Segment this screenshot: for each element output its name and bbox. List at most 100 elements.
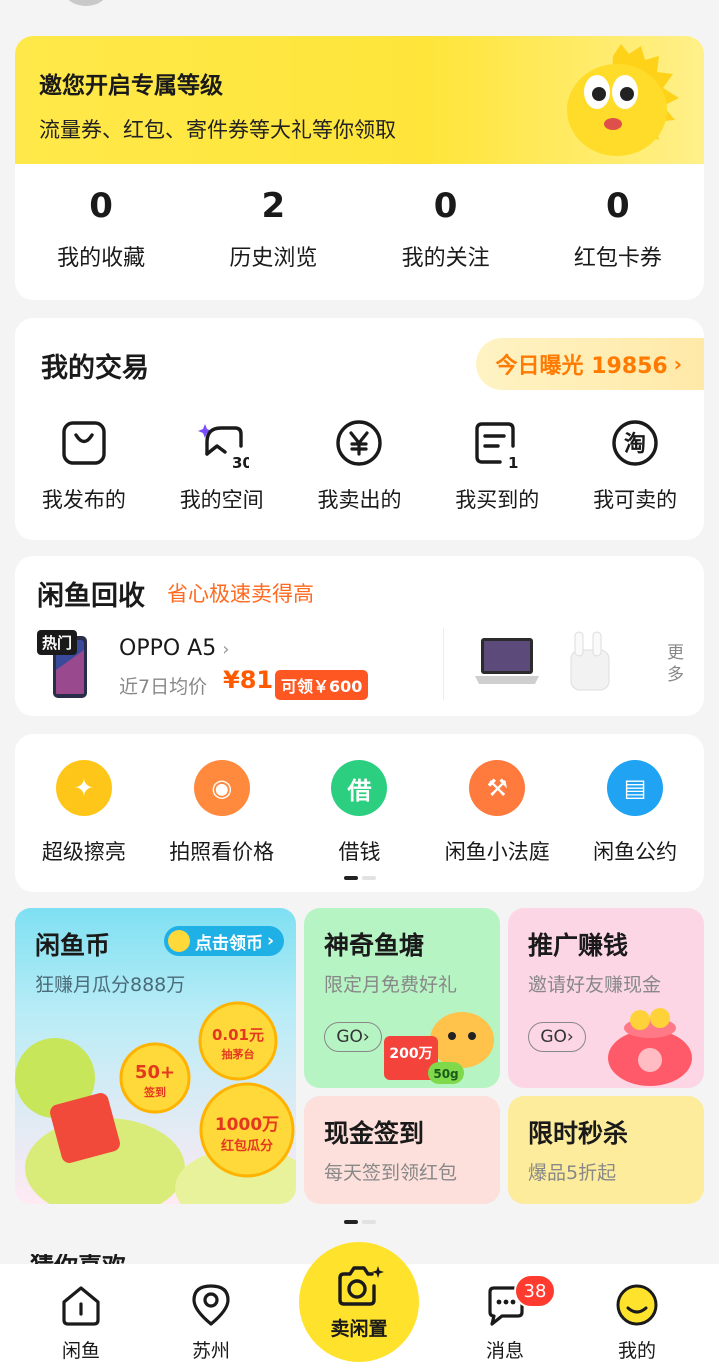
nav-city[interactable]: 苏州 xyxy=(166,1282,256,1363)
cash-card[interactable]: 现金签到 每天签到领红包 xyxy=(304,1096,500,1204)
trade-label: 我卖出的 xyxy=(317,488,402,512)
space-count: 30 xyxy=(232,454,249,470)
recycle-card[interactable]: 闲鱼回收 省心极速卖得高 热门 OPPO A5 › 近7日均价 ¥81 可领￥60… xyxy=(15,556,704,716)
section-title-peek: 猜你喜欢 xyxy=(30,1254,150,1264)
tools-row: ✦ 超级擦亮 ◉ 拍照看价格 借 借钱 ⚒ 闲鱼小法庭 ▤ 闲鱼公约 xyxy=(15,760,704,866)
coupon-tag[interactable]: 可领￥600 xyxy=(275,670,369,700)
go-label: GO xyxy=(540,1027,567,1047)
promo-page-indicator xyxy=(343,1220,376,1224)
trade-item-published[interactable]: 我发布的 xyxy=(15,416,153,514)
camera-icon: ◉ xyxy=(193,760,250,816)
coin-badge-b2: 签到 xyxy=(143,1085,166,1099)
tool-pact[interactable]: ▤ 闲鱼公约 xyxy=(566,760,704,866)
stat-history[interactable]: 2 历史浏览 xyxy=(187,186,359,272)
cash-title: 现金签到 xyxy=(324,1119,425,1148)
nav-home[interactable]: 闲鱼 xyxy=(36,1282,126,1363)
promote-title: 推广赚钱 xyxy=(528,931,629,960)
flash-subtitle: 爆品5折起 xyxy=(528,1162,617,1184)
pond-tag-b: 50g xyxy=(433,1067,458,1081)
page-dot-active xyxy=(343,1220,358,1224)
trade-label: 我的空间 xyxy=(179,488,264,512)
stat-coupons[interactable]: 0 红包卡券 xyxy=(532,186,704,272)
stat-label: 我的收藏 xyxy=(57,246,146,271)
tao-glyph: 淘 xyxy=(624,431,646,457)
coin-icon xyxy=(167,930,190,952)
laptop-image-icon[interactable] xyxy=(473,632,541,690)
money-bag-icon xyxy=(608,1008,692,1086)
gavel-icon: ⚒ xyxy=(469,760,526,816)
coin-badge-a: 0.01元 xyxy=(212,1026,264,1044)
coin-badge-c: 1000万 xyxy=(215,1115,279,1135)
pact-icon: ▤ xyxy=(607,760,664,816)
sell-button[interactable]: 卖闲置 xyxy=(299,1242,419,1362)
stat-following[interactable]: 0 我的关注 xyxy=(360,186,532,272)
page-dot-active xyxy=(343,876,358,880)
model-label: OPPO A5 xyxy=(119,636,217,661)
tool-court[interactable]: ⚒ 闲鱼小法庭 xyxy=(428,760,566,866)
tool-label: 拍照看价格 xyxy=(169,840,275,864)
flash-card[interactable]: 限时秒杀 爆品5折起 xyxy=(508,1096,704,1204)
trade-item-space[interactable]: 30 我的空间 xyxy=(153,416,291,514)
claim-coin-button[interactable]: 点击领币 › xyxy=(163,926,284,956)
receipt-icon: 1 xyxy=(475,422,519,470)
fish-mascot-icon xyxy=(567,44,679,156)
trade-label: 我发布的 xyxy=(41,488,126,512)
model-name[interactable]: OPPO A5 › xyxy=(119,636,229,661)
pond-subtitle: 限定月免费好礼 xyxy=(324,974,458,996)
go-label: GO xyxy=(336,1027,363,1047)
yuan-icon xyxy=(336,420,383,466)
bag-icon xyxy=(62,421,106,465)
earbuds-image-icon[interactable] xyxy=(561,626,617,692)
avg-price-label: 近7日均价 xyxy=(119,676,208,698)
chevron-right-icon: › xyxy=(222,639,230,660)
promote-go-button[interactable]: GO › xyxy=(528,1022,586,1052)
level-subtitle: 流量券、红包、寄件券等大礼等你领取 xyxy=(39,118,396,142)
nav-me[interactable]: 我的 xyxy=(592,1282,682,1363)
tool-super-polish[interactable]: ✦ 超级擦亮 xyxy=(15,760,153,866)
trade-card: 我的交易 今日曝光 19856 › 我发布的 30 我的空间 我卖出的 1 我买… xyxy=(15,318,704,540)
stats-row: 0 我的收藏 2 历史浏览 0 我的关注 0 红包卡券 xyxy=(15,186,704,272)
trade-item-bought[interactable]: 1 我买到的 xyxy=(428,416,566,514)
pond-card[interactable]: 神奇鱼塘 限定月免费好礼 GO › 200万 50g xyxy=(304,908,500,1088)
trade-item-sold[interactable]: 我卖出的 xyxy=(291,416,429,514)
chevron-right-icon: › xyxy=(266,931,274,951)
more-link[interactable]: 更多 xyxy=(667,642,687,686)
sell-label: 卖闲置 xyxy=(330,1317,388,1340)
stat-value: 0 xyxy=(606,186,630,226)
coin-illustration: 0.01元 抽茅台 50+ 签到 1000万 红包瓜分 xyxy=(15,1001,296,1204)
coin-card[interactable]: 闲鱼币 点击领币 › 狂赚月瓜分888万 0.01元 抽茅台 50+ 签到 10… xyxy=(15,908,296,1204)
level-banner[interactable]: 邀您开启专属等级 流量券、红包、寄件券等大礼等你领取 xyxy=(15,36,704,164)
trade-label: 我可卖的 xyxy=(593,488,678,512)
tool-label: 借钱 xyxy=(338,840,381,864)
space-icon: 30 xyxy=(197,424,249,470)
camera-plus-icon xyxy=(338,1265,384,1306)
level-title: 邀您开启专属等级 xyxy=(39,73,223,99)
trade-item-sellable[interactable]: 淘 我可卖的 xyxy=(566,416,704,514)
divider xyxy=(443,628,444,700)
chevron-right-icon: › xyxy=(566,1027,574,1047)
flash-title: 限时秒杀 xyxy=(528,1119,629,1148)
promote-card[interactable]: 推广赚钱 邀请好友赚现金 GO › xyxy=(508,908,704,1088)
location-icon xyxy=(192,1284,230,1326)
chevron-right-icon: › xyxy=(362,1027,370,1047)
coin-badge-b: 50+ xyxy=(135,1062,175,1083)
page-dot xyxy=(361,1220,376,1224)
tool-borrow[interactable]: 借 借钱 xyxy=(291,760,429,866)
coin-subtitle: 狂赚月瓜分888万 xyxy=(35,974,186,996)
nav-label: 消息 xyxy=(485,1340,524,1362)
bought-count: 1 xyxy=(508,454,518,470)
hot-tag: 热门 xyxy=(37,630,78,655)
home-icon xyxy=(62,1286,100,1326)
stat-favorites[interactable]: 0 我的收藏 xyxy=(15,186,187,272)
claim-coin-label: 点击领币 xyxy=(194,933,263,954)
coin-badge-c2: 红包瓜分 xyxy=(221,1138,273,1154)
tool-label: 超级擦亮 xyxy=(41,840,126,864)
trade-items: 我发布的 30 我的空间 我卖出的 1 我买到的 淘 我可卖的 xyxy=(15,416,704,514)
exposure-button[interactable]: 今日曝光 19856 › xyxy=(475,338,704,390)
avatar[interactable] xyxy=(64,0,108,6)
exposure-label: 今日曝光 19856 xyxy=(495,354,668,379)
tool-label: 闲鱼小法庭 xyxy=(444,840,550,864)
tool-photo-price[interactable]: ◉ 拍照看价格 xyxy=(153,760,291,866)
trade-label: 我买到的 xyxy=(455,488,540,512)
page-indicator xyxy=(343,876,376,880)
